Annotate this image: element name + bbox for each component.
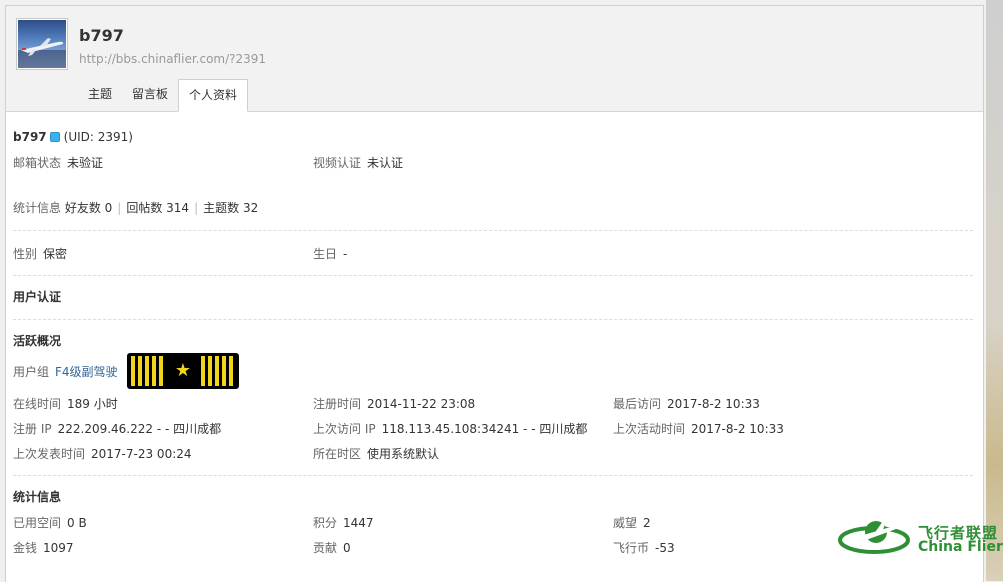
- points-label: 积分: [313, 516, 338, 530]
- profile-window: b797 http://bbs.chinaflier.com/?2391 主题 …: [5, 5, 984, 582]
- last-post: 上次发表时间 2017-7-23 00:24: [13, 446, 192, 462]
- points: 积分 1447: [313, 515, 374, 531]
- divider: [13, 230, 973, 231]
- statistics-title: 统计信息: [13, 490, 62, 504]
- money: 金钱 1097: [13, 540, 74, 556]
- email-status-value: 未验证: [67, 156, 104, 170]
- email-status: 邮箱状态 未验证: [13, 155, 103, 171]
- prestige-value: 2: [643, 516, 651, 530]
- prestige: 威望 2: [613, 515, 651, 531]
- last-active: 上次活动时间 2017-8-2 10:33: [613, 421, 784, 437]
- tab-guestbook[interactable]: 留言板: [122, 79, 178, 109]
- star-icon: ★: [174, 360, 192, 381]
- profile-tabs: 主题 留言板 个人资料: [78, 79, 249, 112]
- reg-ip-label: 注册 IP: [13, 422, 52, 436]
- gender-value: 保密: [43, 247, 68, 261]
- divider: [13, 275, 973, 276]
- divider: [13, 319, 973, 320]
- stats-line: 统计信息 好友数 0 | 回帖数 314 | 主题数 32: [13, 201, 259, 215]
- last-visit: 最后访问 2017-8-2 10:33: [613, 396, 760, 412]
- online-time-value: 189 小时: [67, 397, 118, 411]
- email-status-label: 邮箱状态: [13, 156, 62, 170]
- uid-row: b797 (UID: 2391): [13, 129, 133, 145]
- reg-ip: 注册 IP 222.209.46.222 - - 四川成都: [13, 421, 221, 437]
- fly-coin-value: -53: [655, 541, 675, 555]
- last-visit-label: 最后访问: [613, 397, 662, 411]
- last-active-value: 2017-8-2 10:33: [691, 422, 784, 436]
- logo-text-en: China Flier: [918, 539, 1003, 555]
- timezone-value: 使用系统默认: [367, 447, 440, 461]
- reg-time: 注册时间 2014-11-22 23:08: [313, 396, 475, 412]
- last-ip: 上次访问 IP 118.113.45.108:34241 - - 四川成都: [313, 421, 587, 437]
- birthday-value: -: [343, 247, 348, 261]
- last-active-label: 上次活动时间: [613, 422, 686, 436]
- gender: 性别 保密: [13, 246, 67, 262]
- chinaflier-watermark-logo: 飞行者联盟 China Flier: [836, 512, 1003, 562]
- logo-emblem-icon: [838, 521, 910, 554]
- last-visit-value: 2017-8-2 10:33: [667, 397, 760, 411]
- online-time: 在线时间 189 小时: [13, 396, 118, 412]
- timezone-label: 所在时区: [313, 447, 362, 461]
- online-dot-icon: [49, 131, 60, 142]
- money-label: 金钱: [13, 541, 38, 555]
- friends-count[interactable]: 好友数 0: [65, 201, 112, 215]
- activity-title: 活跃概况: [13, 334, 62, 348]
- last-ip-label: 上次访问 IP: [313, 422, 376, 436]
- profile-url[interactable]: http://bbs.chinaflier.com/?2391: [79, 52, 266, 66]
- used-space-value: 0 B: [67, 516, 87, 530]
- prestige-label: 威望: [613, 516, 638, 530]
- uid-value: (UID: 2391): [63, 130, 133, 144]
- topics-count[interactable]: 主题数 32: [203, 201, 258, 215]
- tab-profile[interactable]: 个人资料: [178, 79, 249, 112]
- badge-stripes-right: [201, 356, 235, 386]
- uid-username: b797: [13, 130, 47, 144]
- video-auth-label: 视频认证: [313, 156, 362, 170]
- window-edge: [986, 0, 1003, 581]
- contribution-value: 0: [343, 541, 351, 555]
- money-value: 1097: [43, 541, 74, 555]
- avatar[interactable]: [16, 18, 68, 70]
- user-auth-title: 用户认证: [13, 290, 62, 304]
- badge-stripes-left: [131, 356, 165, 386]
- reg-time-value: 2014-11-22 23:08: [367, 397, 476, 411]
- gender-label: 性别: [13, 247, 38, 261]
- video-auth-value: 未认证: [367, 156, 404, 170]
- last-ip-value: 118.113.45.108:34241 - - 四川成都: [381, 422, 588, 436]
- online-time-label: 在线时间: [13, 397, 62, 411]
- contribution-label: 贡献: [313, 541, 338, 555]
- avatar-image: [18, 20, 66, 68]
- divider: [13, 475, 973, 476]
- last-post-value: 2017-7-23 00:24: [91, 447, 192, 461]
- replies-count[interactable]: 回帖数 314: [126, 201, 189, 215]
- birthday: 生日 -: [313, 246, 347, 262]
- last-post-label: 上次发表时间: [13, 447, 86, 461]
- used-space: 已用空间 0 B: [13, 515, 87, 531]
- user-group: 用户组 F4级副驾驶: [13, 364, 118, 380]
- stats-line-label: 统计信息: [13, 201, 62, 215]
- used-space-label: 已用空间: [13, 516, 62, 530]
- rank-badge: ★: [127, 353, 239, 389]
- fly-coin-label: 飞行币: [613, 541, 650, 555]
- tab-topics[interactable]: 主题: [78, 79, 122, 109]
- video-auth: 视频认证 未认证: [313, 155, 403, 171]
- birthday-label: 生日: [313, 247, 338, 261]
- user-group-link[interactable]: F4级副驾驶: [55, 365, 118, 379]
- fly-coin: 飞行币 -53: [613, 540, 675, 556]
- timezone: 所在时区 使用系统默认: [313, 446, 439, 462]
- user-group-label: 用户组: [13, 365, 50, 379]
- points-value: 1447: [343, 516, 374, 530]
- reg-ip-value: 222.209.46.222 - - 四川成都: [57, 422, 222, 436]
- contribution: 贡献 0: [313, 540, 351, 556]
- profile-header: b797 http://bbs.chinaflier.com/?2391 主题 …: [6, 6, 983, 112]
- reg-time-label: 注册时间: [313, 397, 362, 411]
- profile-username: b797: [79, 26, 124, 45]
